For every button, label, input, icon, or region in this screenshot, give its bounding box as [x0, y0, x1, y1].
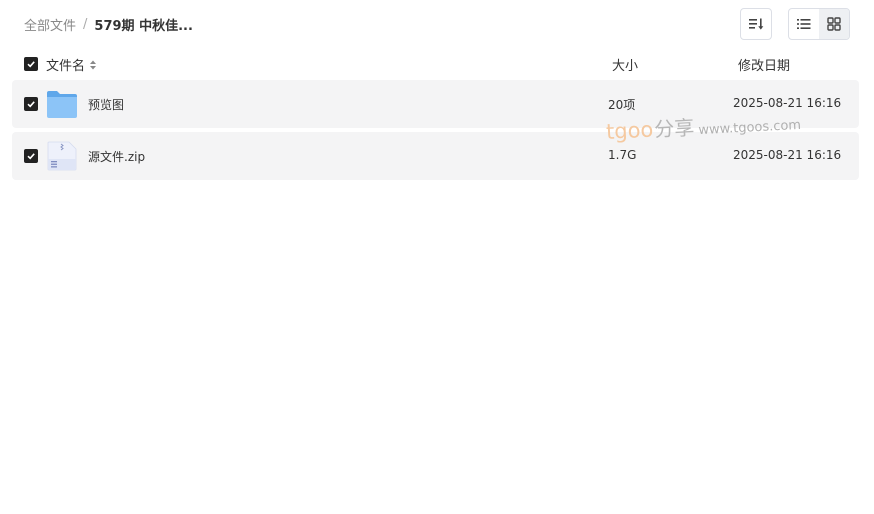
check-icon	[27, 153, 35, 160]
breadcrumb-root[interactable]: 全部文件	[24, 15, 76, 34]
column-header-size[interactable]: 大小	[612, 55, 638, 74]
zip-file-icon	[47, 141, 77, 171]
watermark-brand: tgoo	[605, 117, 654, 144]
table-row[interactable]: 源文件.zip 1.7G 2025-08-21 16:16	[12, 132, 859, 180]
watermark-url: www.tgoos.com	[698, 117, 802, 139]
file-name[interactable]: 源文件.zip	[88, 148, 145, 165]
list-view-button[interactable]	[789, 9, 819, 39]
select-all-checkbox[interactable]	[24, 57, 38, 71]
row-checkbox[interactable]	[24, 97, 38, 111]
sort-list-icon	[749, 18, 764, 30]
file-date: 2025-08-21 16:16	[733, 148, 842, 162]
column-header-date[interactable]: 修改日期	[738, 55, 790, 74]
watermark-share: 分享	[653, 115, 695, 142]
sort-button[interactable]	[740, 8, 772, 40]
view-toggle	[788, 8, 850, 40]
row-checkbox[interactable]	[24, 149, 38, 163]
folder-icon	[47, 91, 77, 118]
file-size: 1.7G	[608, 148, 637, 162]
sort-arrows-icon	[90, 60, 97, 69]
check-icon	[27, 101, 35, 108]
column-header-name[interactable]: 文件名	[46, 55, 97, 74]
check-icon	[27, 61, 35, 68]
breadcrumb-separator: /	[83, 16, 88, 32]
column-header-name-label: 文件名	[46, 59, 86, 74]
file-size: 20项	[608, 98, 636, 112]
file-name[interactable]: 预览图	[88, 96, 124, 113]
breadcrumb-current: 579期 中秋佳...	[94, 18, 193, 34]
list-view-icon	[797, 19, 811, 29]
grid-view-button[interactable]	[819, 9, 849, 39]
grid-view-icon	[827, 17, 841, 31]
table-header: 文件名 大小 修改日期	[24, 55, 854, 74]
breadcrumb: 全部文件 / 579期 中秋佳...	[24, 15, 193, 34]
